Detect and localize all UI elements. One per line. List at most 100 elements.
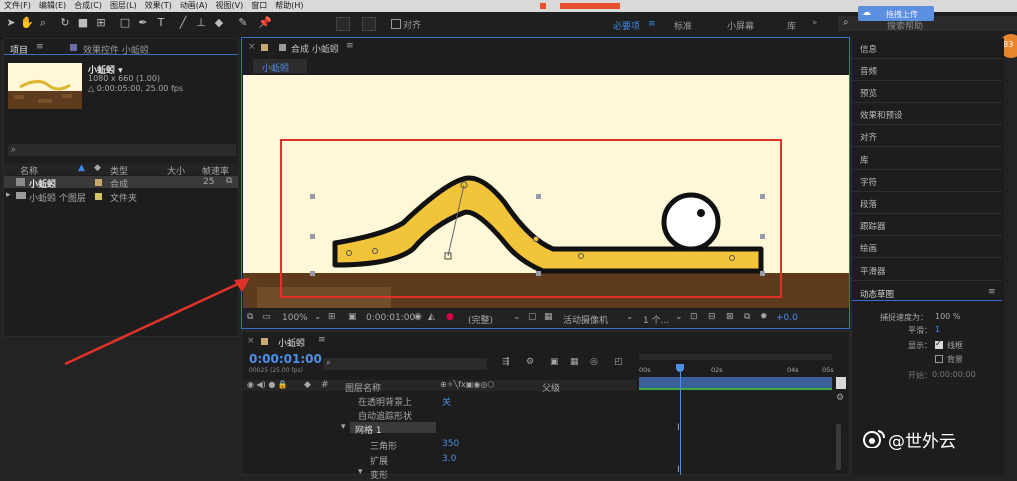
project-menu-icon[interactable]: ≡ (36, 42, 44, 52)
smoothing-value[interactable]: 1 (935, 325, 940, 334)
keyframe-marker[interactable]: I (677, 465, 680, 475)
composition-mini-flowchart-icon[interactable]: ⇶ (502, 357, 510, 367)
property-value[interactable]: 3.0 (442, 454, 456, 464)
align-checkbox[interactable] (391, 19, 401, 29)
menu-window[interactable]: 窗口 (247, 0, 271, 12)
render-preview-icon[interactable]: ⧉ (247, 312, 253, 322)
rectangle-tool-icon[interactable]: □ (118, 16, 132, 30)
close-icon[interactable]: × (247, 336, 255, 346)
safe-zones-icon[interactable]: ⊞ (328, 312, 336, 322)
tab-composition[interactable]: 合成 小蚯蚓 (291, 42, 339, 55)
work-area-range[interactable] (639, 377, 832, 388)
monitor-icon[interactable]: ▭ (262, 312, 271, 322)
workspace-standard[interactable]: 标准 (674, 19, 692, 32)
type-tool-icon[interactable]: T (154, 16, 168, 30)
zoom-tool-icon[interactable]: ⌕ (36, 16, 50, 30)
workspace-essentials[interactable]: 必要项 (613, 19, 640, 32)
brush-tool-icon[interactable]: ╱ (176, 16, 190, 30)
playhead-handle[interactable] (676, 364, 684, 372)
snapshot-icon[interactable]: ◉ (414, 312, 422, 322)
expand-arrow-icon[interactable]: ▾ (358, 467, 363, 477)
timeline-search-input[interactable] (323, 358, 487, 370)
panel-library[interactable]: 库 (860, 154, 869, 166)
menu-animation[interactable]: 动画(A) (176, 0, 212, 12)
flowchart-icon[interactable]: ⧉ (744, 312, 750, 322)
camera-tool-icon[interactable]: ■ (76, 16, 90, 30)
color-channels-icon[interactable]: ● (446, 312, 454, 322)
work-area-bar[interactable] (639, 354, 832, 360)
menu-file[interactable]: 文件(F) (0, 0, 35, 12)
bounding-handle[interactable] (310, 194, 315, 199)
mask-visibility-icon[interactable]: ▣ (348, 312, 357, 322)
eraser-tool-icon[interactable]: ◆ (212, 16, 226, 30)
workspace-library[interactable]: 库 (787, 19, 796, 32)
timeline-timecode[interactable]: 0:00:01:00 (249, 352, 322, 366)
keyframe-marker[interactable]: I (677, 423, 680, 433)
parent-header[interactable]: 父级 (542, 381, 560, 394)
puppet-pin[interactable] (346, 250, 352, 256)
bounding-handle[interactable] (310, 234, 315, 239)
menu-edit[interactable]: 编辑(E) (35, 0, 70, 12)
comp-marker-bin[interactable] (836, 377, 846, 389)
composition-viewer[interactable] (243, 75, 849, 308)
puppet-pin[interactable] (533, 236, 539, 242)
flowchart-icon[interactable]: ⧉ (226, 176, 232, 186)
expand-arrow-icon[interactable]: ▸ (6, 190, 11, 200)
transparency-grid-icon[interactable]: ▦ (544, 312, 553, 322)
draft-3d-icon[interactable]: ⚙ (526, 357, 534, 367)
workspace-menu-icon[interactable]: ≡ (648, 19, 656, 29)
bounding-handle[interactable] (310, 271, 315, 276)
comp-button-icon[interactable]: ⚙ (836, 393, 844, 403)
fast-previews-icon[interactable]: ⊟ (708, 312, 716, 322)
project-search-input[interactable] (8, 144, 236, 156)
timeline-icon[interactable]: ⊠ (726, 312, 734, 322)
tab-timeline[interactable]: 小蚯蚓 (278, 336, 305, 349)
bounding-handle[interactable] (760, 271, 765, 276)
panel-info[interactable]: 信息 (860, 43, 877, 55)
timeline-scrollbar[interactable] (836, 424, 841, 470)
close-icon[interactable]: × (248, 42, 256, 52)
current-time-display[interactable]: 0:00:01:00 (366, 313, 415, 323)
pan-behind-tool-icon[interactable]: ⊞ (94, 16, 108, 30)
panel-smoother[interactable]: 平滑器 (860, 265, 886, 277)
rotate-tool-icon[interactable]: ↻ (58, 16, 72, 30)
panel-effects-presets[interactable]: 效果和预设 (860, 109, 903, 121)
bounding-handle[interactable] (760, 234, 765, 239)
camera-select[interactable]: 活动摄像机 (563, 313, 608, 326)
property-value[interactable]: 关 (442, 395, 451, 408)
puppet-pin[interactable] (578, 253, 584, 259)
comp-menu-icon[interactable]: ≡ (346, 41, 354, 51)
layer-name-header[interactable]: 图层名称 (345, 381, 381, 394)
workspace-overflow-icon[interactable]: » (812, 18, 818, 28)
menu-effect[interactable]: 效果(T) (141, 0, 176, 12)
panel-paint[interactable]: 绘画 (860, 242, 877, 254)
exposure-value[interactable]: +0.0 (776, 313, 798, 323)
panel-audio[interactable]: 音频 (860, 65, 877, 77)
expand-arrow-icon[interactable]: ▾ (341, 422, 346, 432)
puppet-option-icon[interactable] (336, 17, 350, 31)
bounding-handle[interactable] (536, 194, 541, 199)
motion-blur-icon[interactable]: ◎ (590, 357, 598, 367)
frame-blending-icon[interactable]: ▦ (570, 357, 579, 367)
pen-tool-icon[interactable]: ✒ (136, 16, 150, 30)
menu-help[interactable]: 帮助(H) (271, 0, 307, 12)
bounding-handle[interactable] (760, 194, 765, 199)
panel-preview[interactable]: 预览 (860, 87, 877, 99)
menu-composition[interactable]: 合成(C) (70, 0, 106, 12)
pixel-aspect-icon[interactable]: ⊡ (690, 312, 698, 322)
reset-exposure-icon[interactable]: ✹ (760, 312, 768, 322)
timeline-menu-icon[interactable]: ≡ (318, 335, 326, 345)
motion-sketch-menu-icon[interactable]: ≡ (988, 287, 996, 297)
show-snapshot-icon[interactable]: ◭ (428, 312, 435, 322)
panel-paragraph[interactable]: 段落 (860, 198, 877, 210)
workspace-small-screen[interactable]: 小屏幕 (727, 19, 754, 32)
capture-speed-value[interactable]: 100 % (935, 312, 960, 321)
property-value[interactable]: 350 (442, 439, 459, 449)
clone-stamp-tool-icon[interactable]: ⊥ (194, 16, 208, 30)
puppet-pin[interactable] (372, 248, 378, 254)
selection-tool-icon[interactable]: ➤ (4, 16, 18, 30)
background-checkbox[interactable] (935, 355, 943, 363)
menu-view[interactable]: 视图(V) (212, 0, 248, 12)
puppet-pin-tool-icon[interactable]: 📌 (258, 16, 272, 30)
view-layout-select[interactable]: 1 个... (643, 313, 669, 326)
